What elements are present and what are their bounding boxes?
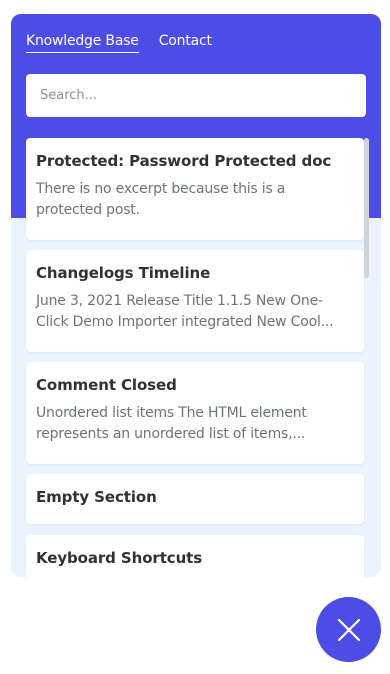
- article-card[interactable]: Protected: Password Protected doc There …: [26, 138, 364, 240]
- help-widget-panel: Knowledge Base Contact Protected: Passwo…: [11, 14, 381, 577]
- article-card[interactable]: Keyboard Shortcuts: [26, 535, 364, 577]
- close-icon: [337, 618, 360, 641]
- tab-knowledge-base[interactable]: Knowledge Base: [26, 32, 139, 53]
- article-card[interactable]: Empty Section: [26, 474, 364, 524]
- search-input[interactable]: [38, 87, 354, 104]
- article-title: Empty Section: [36, 488, 157, 506]
- search-box: [26, 74, 366, 117]
- article-title: Comment Closed: [36, 376, 177, 394]
- article-title: Changelogs Timeline: [36, 264, 211, 282]
- article-card[interactable]: Changelogs Timeline June 3, 2021 Release…: [26, 250, 364, 352]
- article-title: Protected: Password Protected doc: [36, 152, 332, 170]
- tab-contact[interactable]: Contact: [159, 32, 212, 53]
- article-excerpt: Unordered list items The HTML element re…: [36, 405, 307, 442]
- close-widget-button[interactable]: [316, 597, 381, 662]
- article-excerpt: June 3, 2021 Release Title 1.1.5 New One…: [36, 293, 334, 330]
- widget-tabs: Knowledge Base Contact: [26, 32, 212, 53]
- list-scrollbar[interactable]: [364, 138, 369, 278]
- article-excerpt: There is no excerpt because this is a pr…: [36, 181, 286, 218]
- article-title: Keyboard Shortcuts: [36, 549, 203, 567]
- article-card[interactable]: Comment Closed Unordered list items The …: [26, 362, 364, 464]
